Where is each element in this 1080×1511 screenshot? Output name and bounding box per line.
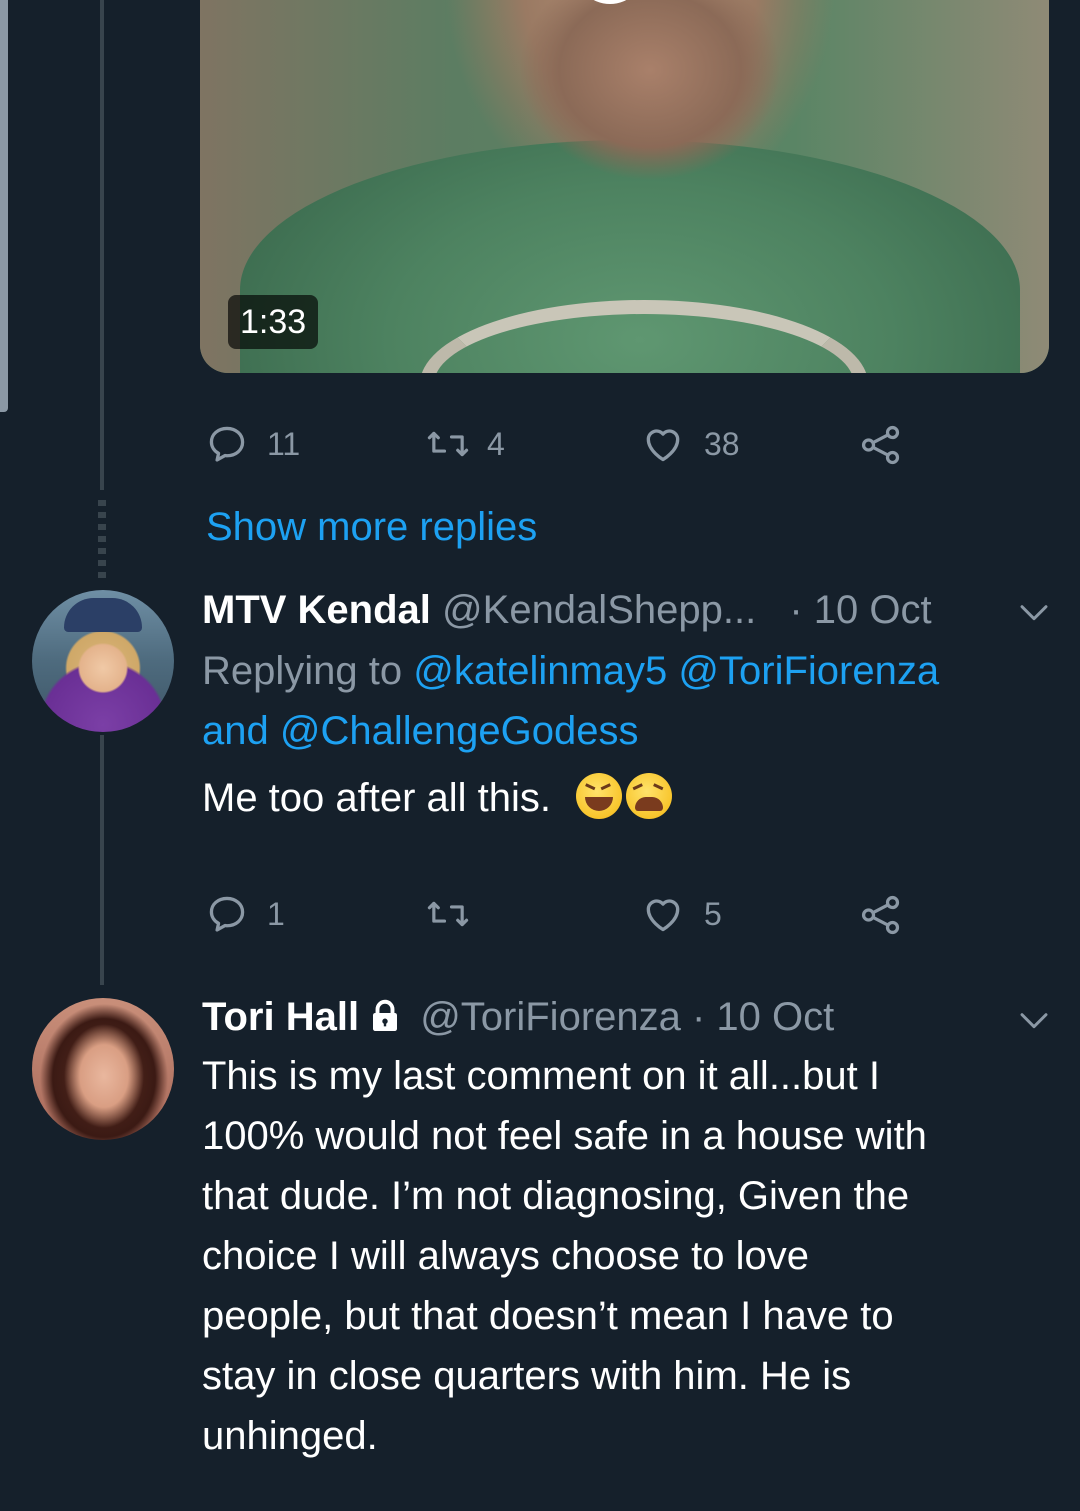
video-duration: 1:33 bbox=[228, 295, 319, 349]
display-name[interactable]: Tori Hall bbox=[202, 995, 359, 1039]
tweet-text: This is my last comment on it all...but … bbox=[202, 1046, 1062, 1466]
tweet-text-line: that dude. I’m not diagnosing, Given the bbox=[202, 1174, 910, 1218]
share-button[interactable] bbox=[858, 892, 904, 938]
tweet-text-line: choice I will always choose to love bbox=[202, 1234, 809, 1278]
handle[interactable]: @ToriFiorenza bbox=[420, 995, 681, 1039]
scrollbar[interactable] bbox=[0, 0, 8, 412]
video-player[interactable]: 1:33 bbox=[200, 0, 1049, 373]
tired-face-icon bbox=[626, 773, 673, 819]
tweet-text-line: stay in close quarters with him. He is bbox=[202, 1354, 852, 1398]
like-button[interactable]: 5 bbox=[640, 892, 722, 936]
reply-icon bbox=[209, 426, 245, 462]
mention-link[interactable]: @katelinmay5 bbox=[413, 649, 667, 693]
and-text: and bbox=[202, 709, 269, 753]
thread-gap-dots bbox=[98, 500, 106, 580]
share-icon bbox=[861, 895, 900, 935]
tweet-text-line: 100% would not feel safe in a house with bbox=[202, 1114, 927, 1158]
thread-line bbox=[100, 735, 104, 985]
tweet-date[interactable]: · 10 Oct bbox=[692, 995, 834, 1039]
avatar[interactable] bbox=[32, 998, 174, 1140]
tweet-header: MTV Kendal @KendalShepp... · 10 Oct bbox=[202, 586, 932, 634]
share-icon bbox=[861, 425, 900, 465]
reply-count: 11 bbox=[267, 425, 301, 462]
tweet-header: Tori Hall @ToriFiorenza · 10 Oct bbox=[202, 993, 834, 1045]
tweet-text: Me too after all this. bbox=[202, 768, 673, 828]
like-button[interactable]: 38 bbox=[640, 422, 740, 466]
avatar[interactable] bbox=[32, 590, 174, 732]
grinning-squinting-face-icon bbox=[576, 773, 623, 819]
heart-icon bbox=[646, 899, 680, 932]
replying-to: Replying to @katelinmay5 @ToriFiorenza a… bbox=[202, 641, 939, 761]
mention-link[interactable]: @ToriFiorenza bbox=[678, 649, 939, 693]
tweet-date[interactable]: · 10 Oct bbox=[789, 588, 931, 632]
retweet-count: 4 bbox=[487, 425, 505, 462]
heart-icon bbox=[646, 429, 680, 462]
retweet-icon bbox=[427, 901, 469, 927]
chevron-down-icon[interactable] bbox=[1018, 1006, 1050, 1039]
tweet-text-line: unhinged. bbox=[202, 1414, 378, 1458]
retweet-button[interactable] bbox=[425, 892, 489, 936]
reply-count: 1 bbox=[267, 895, 285, 932]
show-more-replies-link[interactable]: Show more replies bbox=[206, 505, 537, 550]
tweet-text-content: Me too after all this. bbox=[202, 776, 552, 820]
handle[interactable]: @KendalShepp... bbox=[442, 588, 756, 632]
thread-line bbox=[100, 0, 104, 490]
replying-to-prefix: Replying to bbox=[202, 649, 403, 693]
like-count: 38 bbox=[704, 425, 740, 462]
display-name[interactable]: MTV Kendal bbox=[202, 588, 431, 632]
mention-link[interactable]: @ChallengeGodess bbox=[280, 709, 639, 753]
reply-button[interactable]: 1 bbox=[205, 892, 285, 936]
retweet-icon bbox=[427, 431, 469, 457]
share-button[interactable] bbox=[858, 422, 904, 468]
like-count: 5 bbox=[704, 895, 722, 932]
tweet-text-line: This is my last comment on it all...but … bbox=[202, 1054, 880, 1098]
reply-button[interactable]: 11 bbox=[205, 422, 300, 466]
lock-icon bbox=[367, 997, 403, 1045]
retweet-button[interactable]: 4 bbox=[425, 422, 505, 466]
tweet-text-line: people, but that doesn’t mean I have to bbox=[202, 1294, 894, 1338]
reply-icon bbox=[209, 896, 245, 932]
chevron-down-icon[interactable] bbox=[1018, 598, 1050, 631]
